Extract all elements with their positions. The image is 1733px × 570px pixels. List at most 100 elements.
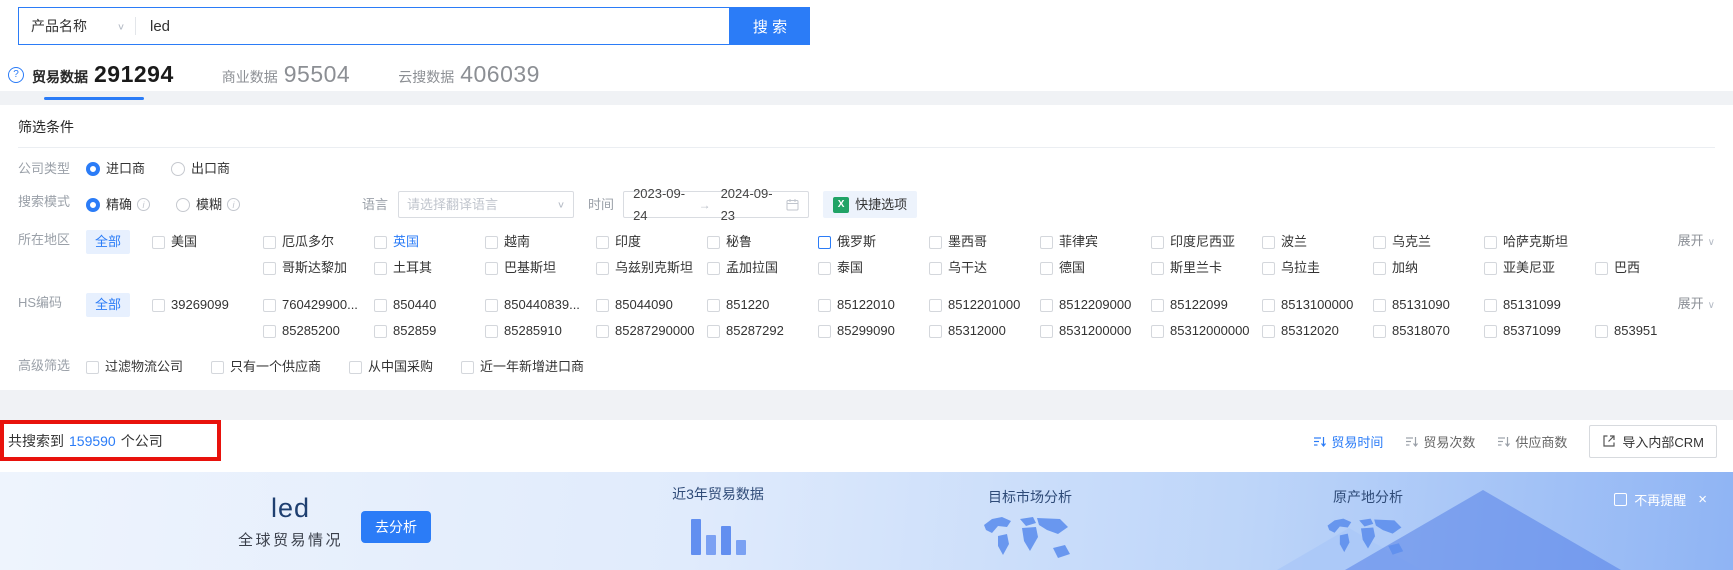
hs-checkbox-item[interactable]: 8512201000 — [929, 294, 1040, 316]
region-all-chip[interactable]: 全部 — [86, 230, 131, 254]
checkbox-icon[interactable] — [263, 324, 276, 338]
date-start[interactable]: 2023-09-24 — [633, 183, 689, 227]
hs-checkbox-item[interactable]: 8512209000 — [1040, 294, 1151, 316]
hs-checkbox-item[interactable]: 85312000000 — [1151, 320, 1262, 342]
radio-icon[interactable] — [86, 162, 100, 176]
region-checkbox-item[interactable]: 波兰 — [1262, 231, 1373, 253]
radio-exact[interactable]: 精确 — [86, 194, 151, 216]
region-checkbox-item[interactable]: 越南 — [485, 231, 596, 253]
hs-checkbox-item[interactable]: 85299090 — [818, 320, 929, 342]
checkbox-icon[interactable] — [818, 298, 832, 312]
checkbox-icon[interactable] — [1262, 324, 1275, 338]
checkbox-icon[interactable] — [1151, 324, 1164, 338]
advanced-checkbox-item[interactable]: 过滤物流公司 — [86, 356, 183, 378]
checkbox-icon[interactable] — [485, 235, 499, 249]
checkbox-icon[interactable] — [596, 261, 609, 275]
checkbox-icon[interactable] — [707, 324, 720, 338]
region-checkbox-item[interactable]: 斯里兰卡 — [1151, 257, 1262, 279]
hs-checkbox-item[interactable]: 85122099 — [1151, 294, 1262, 316]
checkbox-icon[interactable] — [818, 261, 831, 275]
language-select[interactable]: 请选择翻译语言 ∨ — [398, 191, 575, 218]
banner-feature-target-market[interactable]: 目标市场分析 — [952, 487, 1108, 567]
region-checkbox-item[interactable]: 乌兹别克斯坦 — [596, 257, 707, 279]
date-end[interactable]: 2024-09-23 — [721, 183, 777, 227]
hs-checkbox-item[interactable]: 39269099 — [152, 294, 263, 316]
hs-expand-link[interactable]: 展开 — [1678, 293, 1715, 317]
hs-checkbox-item[interactable]: 853951 — [1595, 320, 1706, 342]
checkbox-icon[interactable] — [374, 324, 387, 338]
region-checkbox-item[interactable]: 孟加拉国 — [707, 257, 818, 279]
checkbox-icon[interactable] — [1595, 261, 1608, 275]
import-crm-button[interactable]: 导入内部CRM — [1589, 424, 1717, 458]
region-checkbox-item[interactable]: 哈萨克斯坦 — [1484, 231, 1595, 253]
banner-feature-origin[interactable]: 原产地分析 — [1302, 487, 1434, 565]
checkbox-icon[interactable] — [707, 235, 721, 249]
hs-checkbox-item[interactable]: 8513100000 — [1262, 294, 1373, 316]
checkbox-icon[interactable] — [1484, 298, 1498, 312]
hs-checkbox-item[interactable]: 85287290000 — [596, 320, 707, 342]
checkbox-icon[interactable] — [1151, 261, 1164, 275]
checkbox-icon[interactable] — [929, 235, 943, 249]
sort-control[interactable]: 贸易次数 — [1405, 432, 1475, 451]
region-checkbox-item[interactable]: 乌克兰 — [1373, 231, 1484, 253]
region-checkbox-item[interactable]: 土耳其 — [374, 257, 485, 279]
region-checkbox-item[interactable]: 印度尼西亚 — [1151, 231, 1262, 253]
checkbox-icon[interactable] — [1595, 324, 1608, 338]
checkbox-icon[interactable] — [1373, 261, 1386, 275]
dismiss-label[interactable]: 不再提醒 — [1634, 490, 1686, 509]
checkbox-icon[interactable] — [596, 324, 609, 338]
checkbox-icon[interactable] — [461, 360, 475, 374]
hs-checkbox-item[interactable]: 85312020 — [1262, 320, 1373, 342]
hs-checkbox-item[interactable]: 85312000 — [929, 320, 1040, 342]
radio-icon[interactable] — [86, 197, 100, 212]
region-checkbox-item[interactable]: 亚美尼亚 — [1484, 257, 1595, 279]
advanced-checkbox-item[interactable]: 从中国采购 — [349, 356, 433, 378]
radio-importer[interactable]: 进口商 — [86, 158, 145, 180]
checkbox-icon[interactable] — [707, 298, 721, 312]
checkbox-icon[interactable] — [374, 261, 387, 275]
checkbox-icon[interactable] — [1484, 261, 1497, 275]
result-tab[interactable]: 云搜数据 406039 — [398, 61, 540, 88]
checkbox-icon[interactable] — [374, 298, 388, 312]
hs-checkbox-item[interactable]: 85287292 — [707, 320, 818, 342]
checkbox-icon[interactable] — [929, 298, 943, 312]
close-icon[interactable] — [1698, 492, 1707, 507]
checkbox-icon[interactable] — [1151, 298, 1165, 312]
region-checkbox-item[interactable]: 加纳 — [1373, 257, 1484, 279]
region-checkbox-item[interactable]: 墨西哥 — [929, 231, 1040, 253]
checkbox-icon[interactable] — [929, 261, 942, 275]
checkbox-icon[interactable] — [1262, 298, 1276, 312]
region-checkbox-item[interactable]: 巴西 — [1595, 257, 1706, 279]
result-count-value[interactable]: 159590 — [69, 433, 116, 449]
region-checkbox-item[interactable]: 菲律宾 — [1040, 231, 1151, 253]
checkbox-icon[interactable] — [818, 235, 832, 249]
dismiss-checkbox[interactable] — [1614, 493, 1628, 506]
radio-fuzzy[interactable]: 模糊 — [176, 194, 241, 216]
checkbox-icon[interactable] — [596, 298, 610, 312]
checkbox-icon[interactable] — [1373, 324, 1386, 338]
checkbox-icon[interactable] — [152, 298, 166, 312]
checkbox-icon[interactable] — [1484, 235, 1498, 249]
search-input[interactable] — [136, 9, 729, 43]
region-checkbox-item[interactable]: 泰国 — [818, 257, 929, 279]
checkbox-icon[interactable] — [596, 235, 610, 249]
checkbox-icon[interactable] — [1040, 261, 1053, 275]
checkbox-icon[interactable] — [1373, 298, 1387, 312]
result-tab[interactable]: 贸易数据 291294 — [8, 61, 174, 100]
radio-icon[interactable] — [176, 197, 191, 212]
hs-checkbox-item[interactable]: 85318070 — [1373, 320, 1484, 342]
hs-checkbox-item[interactable]: 760429900... — [263, 294, 374, 316]
checkbox-icon[interactable] — [263, 235, 277, 249]
hs-checkbox-item[interactable]: 8531200000 — [1040, 320, 1151, 342]
radio-exporter[interactable]: 出口商 — [171, 158, 230, 180]
region-checkbox-item[interactable]: 美国 — [152, 231, 263, 253]
region-checkbox-item[interactable]: 秘鲁 — [707, 231, 818, 253]
checkbox-icon[interactable] — [263, 298, 277, 312]
analyze-button[interactable]: 去分析 — [361, 510, 432, 543]
checkbox-icon[interactable] — [1040, 298, 1054, 312]
checkbox-icon[interactable] — [707, 261, 720, 275]
checkbox-icon[interactable] — [929, 324, 942, 338]
hs-checkbox-item[interactable]: 85044090 — [596, 294, 707, 316]
checkbox-icon[interactable] — [1151, 235, 1165, 249]
checkbox-icon[interactable] — [1040, 324, 1053, 338]
